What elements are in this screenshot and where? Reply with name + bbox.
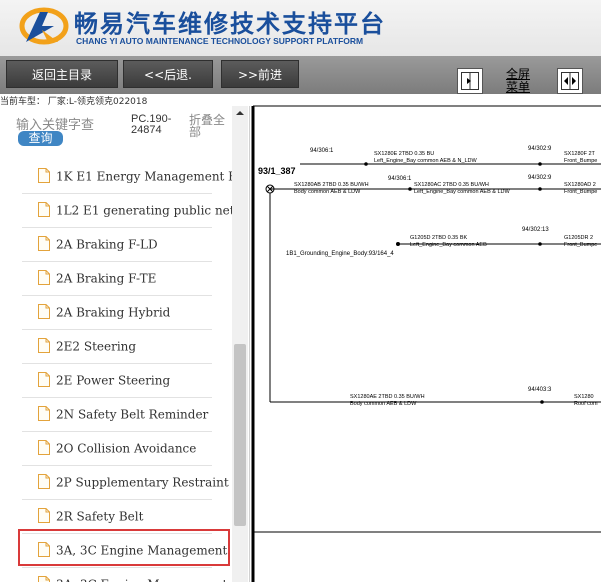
node-label: 93/1_387 (258, 166, 296, 176)
document-code: PC.190-24874 (131, 113, 172, 136)
wire-connector-dot (538, 162, 542, 166)
wire-connector-dot (408, 187, 412, 191)
wiring-diagram: 93/1_387 94/306:1 SX1280E 2TBD 0.35 BU L… (250, 94, 601, 582)
catalog-panel: 查询 PC.190-24874 折叠全部 1K E1 Energy Manage… (0, 106, 250, 582)
catalog-scrollbar[interactable] (232, 106, 248, 582)
tree-item-label: 2A Braking Hybrid (56, 305, 171, 320)
back-button[interactable]: <<后退. (123, 60, 213, 88)
wire-desc-label: Left_Engine_Bay common AEB & LDW (414, 189, 510, 195)
tree-item-label: 1L2 E1 generating public network (56, 203, 232, 218)
document-icon (38, 474, 50, 489)
wire-code-label: SX1280AC 2TBD 0.35 BU/WH (414, 182, 489, 188)
wire-desc-label: Front_Bumpe (564, 158, 597, 164)
wire-connector-dot (538, 242, 542, 246)
document-icon (38, 576, 50, 582)
wire-connector-label: 94/306:1 (310, 148, 334, 154)
tree-item-label: 2A Braking F-LD (56, 237, 158, 252)
tree-item[interactable]: 2E2 Steering (22, 330, 232, 362)
tree-item[interactable]: 2N Safety Belt Reminder (22, 398, 232, 430)
tree-item-label: 2E2 Steering (56, 339, 137, 354)
wire-code-label: SX1280AB 2TBD 0.35 BU/WH (294, 182, 369, 188)
wire-desc-label: Left_Engine_Bay common AEB (410, 242, 487, 248)
wire-connector-label: 94/306:1 (388, 176, 412, 182)
wire-desc-label: Front_Bumpe (564, 189, 597, 195)
tree-item-label: 2O Collision Avoidance (56, 441, 197, 456)
forward-button[interactable]: >>前进 (221, 60, 299, 88)
tree-item-label: 2E Power Steering (56, 373, 171, 388)
ground-label: 1B1_Grounding_Engine_Body:93/164_4 (286, 251, 394, 257)
document-icon (38, 304, 50, 319)
document-icon (38, 406, 50, 421)
wire-code-label: G1205D 2TBD 0.35 BK (410, 235, 468, 241)
fullscreen-menu-link[interactable]: 全屏菜单 (502, 68, 534, 94)
scroll-thumb[interactable] (234, 344, 246, 526)
wire-code-label: G1205DR 2 (564, 235, 593, 241)
query-button[interactable]: 查询 (18, 131, 63, 146)
platform-subtitle: CHANG YI AUTO MAINTENANCE TECHNOLOGY SUP… (76, 36, 364, 46)
wire-desc-label: Left_Engine_Bay common AEB & N_LDW (374, 158, 478, 164)
collapse-all-button[interactable]: 折叠全部 (189, 114, 227, 138)
wire-connector-label: 94/302:9 (528, 175, 552, 181)
document-icon (38, 202, 50, 217)
wire-connector-label: 94/302:9 (528, 146, 552, 152)
document-icon (38, 440, 50, 455)
wire-code-label: SX1280AE 2TBD 0.35 BU/WH (350, 394, 425, 400)
tree-item-label: 2A Braking F-TE (56, 271, 157, 286)
document-icon (38, 270, 50, 285)
tree-item-label: 2N Safety Belt Reminder (56, 407, 209, 422)
document-icon (38, 372, 50, 387)
wire-desc-label: Body common AEB & LDW (350, 401, 417, 407)
tree-item-label: 1K E1 Energy Management High (56, 169, 232, 184)
ground-connector-dot (396, 242, 400, 246)
tree-item-label: 2R Safety Belt (56, 509, 144, 524)
wire-connector-label: 94/302:13 (522, 227, 549, 233)
tree-item-label: 3A, 3C Engine Management GEP (56, 578, 232, 582)
home-button[interactable]: 返回主目录 (6, 60, 118, 88)
tree-item-label: 2P Supplementary Restraint System (56, 475, 232, 490)
wire-desc-label: Front_Bumpe (564, 242, 597, 248)
wire-connector-dot (540, 400, 544, 404)
document-icon (38, 168, 50, 183)
current-vehicle-info: 当前车型： 厂家:L-领克领克022018 (0, 94, 250, 107)
search-area: 查询 PC.190-24874 折叠全部 (0, 106, 232, 152)
expand-arrows-icon (561, 72, 579, 90)
tree-item[interactable]: 1L2 E1 generating public network (22, 194, 232, 226)
document-icon (38, 236, 50, 251)
document-icon (38, 508, 50, 523)
tree-item[interactable]: 2O Collision Avoidance (22, 432, 232, 464)
scroll-up-arrow-icon[interactable] (232, 106, 248, 120)
tree-item[interactable]: 3A, 3C Engine Management GEP (22, 568, 232, 582)
tree-item[interactable]: 2P Supplementary Restraint System (22, 466, 232, 498)
tree-item[interactable]: 2R Safety Belt (22, 500, 232, 532)
collapse-left-panel-button[interactable] (457, 68, 483, 94)
wire-code-label: SX1280 (574, 394, 594, 400)
platform-logo-icon (19, 7, 69, 45)
document-icon (38, 542, 50, 557)
platform-title: 畅易汽车维修技术支持平台 (74, 10, 386, 38)
panel-toggle-icon (461, 72, 479, 90)
tree-item[interactable]: 2A Braking F-TE (22, 262, 232, 294)
tree-item[interactable]: 2A Braking F-LD (22, 228, 232, 260)
tree-item[interactable]: 1K E1 Energy Management High (22, 160, 232, 192)
wiring-diagram-canvas: 93/1_387 94/306:1 SX1280E 2TBD 0.35 BU L… (251, 105, 601, 582)
tree-item[interactable]: 2E Power Steering (22, 364, 232, 396)
wire-connector-dot (364, 162, 368, 166)
wire-code-label: SX1280F 2T (564, 151, 596, 157)
wire-code-label: SX1280E 2TBD 0.35 BU (374, 151, 434, 157)
wire-connector-dot (538, 187, 542, 191)
wire-code-label: SX1280AD 2 (564, 182, 596, 188)
header-banner: 畅易汽车维修技术支持平台 CHANG YI AUTO MAINTENANCE T… (0, 0, 601, 56)
tree-item-label: 3A, 3C Engine Management (56, 543, 228, 558)
wire-connector-label: 94/403:3 (528, 387, 552, 393)
expand-diagram-button[interactable] (557, 68, 583, 94)
document-icon (38, 338, 50, 353)
wire-desc-label: Roof com (574, 401, 598, 407)
wire-desc-label: Body common AEB & LDW (294, 189, 361, 195)
tree-item[interactable]: 3A, 3C Engine Management (22, 534, 232, 566)
tree-item[interactable]: 2A Braking Hybrid (22, 296, 232, 328)
toolbar: 返回主目录 <<后退. >>前进 全屏菜单 (0, 56, 601, 94)
